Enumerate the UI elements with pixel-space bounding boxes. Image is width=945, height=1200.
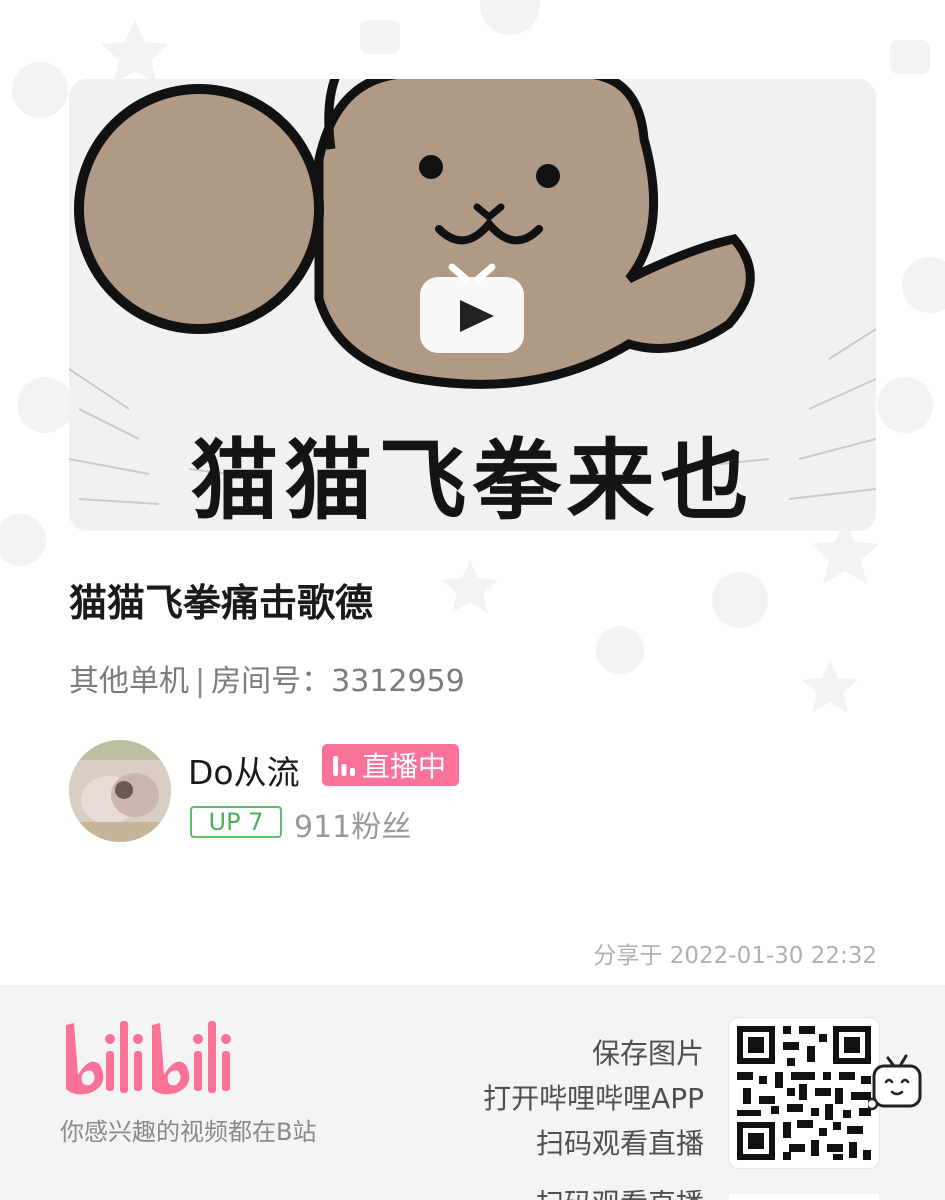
- open-app-text: 打开哔哩哔哩APP: [483, 1082, 704, 1115]
- cropped-next-line: 扫码观看直播: [536, 1190, 704, 1200]
- avatar[interactable]: [69, 740, 171, 842]
- qr-code-image: [737, 1026, 871, 1160]
- live-badge-label: 直播中: [362, 750, 447, 783]
- room-title: 猫猫飞拳痛击歌德: [69, 581, 374, 625]
- avatar-image: [69, 740, 171, 842]
- share-timestamp: 分享于 2022-01-30 22:32: [593, 943, 877, 969]
- cover-caption: 猫猫飞拳来也: [190, 429, 755, 531]
- room-id-label: 房间号：: [211, 664, 332, 699]
- tagline: 你感兴趣的视频都在B站: [60, 1118, 317, 1146]
- live-bars-icon: [333, 756, 355, 776]
- streamer-name[interactable]: Do从流: [188, 746, 300, 794]
- qr-code[interactable]: [729, 1018, 879, 1168]
- fan-count: 911粉丝: [294, 810, 412, 845]
- cropped-next-row: 扫码观看直播: [0, 1190, 945, 1200]
- save-image-text: 保存图片: [591, 1037, 704, 1070]
- footer-instructions: 保存图片 打开哔哩哔哩APP 扫码观看直播: [483, 1031, 704, 1166]
- meta-separator: |: [195, 664, 206, 699]
- footer: 你感兴趣的视频都在B站 保存图片 打开哔哩哔哩APP 扫码观看直播: [0, 985, 945, 1200]
- cropped-next-qr: [729, 1194, 879, 1200]
- bilibili-logo[interactable]: [60, 1015, 240, 1099]
- room-meta: 其他单机 | 房间号：3312959: [69, 656, 465, 700]
- scan-to-watch-text: 扫码观看直播: [535, 1127, 704, 1160]
- level-badge: UP 7: [190, 806, 282, 838]
- tv-mascot-icon: [868, 1054, 922, 1111]
- room-id: 3312959: [331, 664, 465, 699]
- room-category: 其他单机: [69, 664, 189, 699]
- live-status-badge: 直播中: [322, 744, 460, 786]
- play-icon[interactable]: [418, 255, 526, 355]
